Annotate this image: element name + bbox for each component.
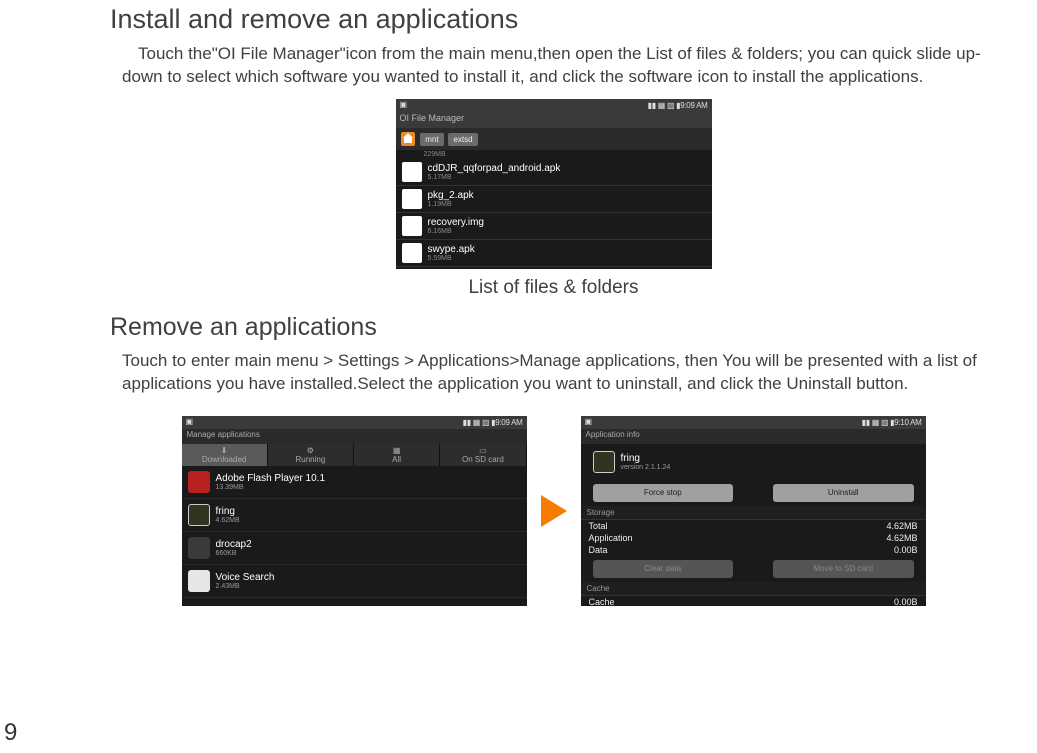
file-row[interactable]: pkg_2.apk1.19MB: [396, 186, 712, 213]
app-row[interactable]: fring4.62MB: [182, 499, 527, 532]
voice-icon: [188, 570, 210, 592]
storage-row: Total4.62MB: [581, 520, 926, 532]
remove-heading: Remove an applications: [110, 313, 997, 342]
clear-data-button[interactable]: Clear data: [593, 560, 734, 578]
tab-sdcard[interactable]: ▭On SD card: [440, 444, 526, 466]
status-time: 9:09 AM: [680, 101, 707, 110]
apk-icon: [402, 189, 422, 209]
app-size: 4.62MB: [216, 517, 240, 524]
fm-path-bar: mnt extsd: [396, 128, 712, 150]
app-row[interactable]: drocap2660KB: [182, 532, 527, 565]
app-name: fring: [216, 506, 240, 517]
flash-icon: [188, 471, 210, 493]
storage-section: Storage: [581, 506, 926, 520]
manage-apps-screenshot: ▣ ▮▮ ▦ ▨ ▮ 9:09 AM Manage applications ⬇…: [182, 416, 527, 606]
force-stop-button[interactable]: Force stop: [593, 484, 734, 502]
status-network-icon: ▮▮ ▦ ▨ ▮: [648, 101, 681, 110]
camera-icon: ▣: [585, 417, 592, 426]
path-tab-mnt[interactable]: mnt: [420, 133, 443, 146]
app-name: Adobe Flash Player 10.1: [216, 473, 326, 484]
file-row[interactable]: swype.apk5.59MB: [396, 240, 712, 267]
storage-row: Data0.00B: [581, 544, 926, 556]
appinfo-title: Application info: [581, 429, 926, 444]
tab-running[interactable]: ⚙Running: [268, 444, 354, 466]
remove-paragraph: Touch to enter main menu > Settings > Ap…: [122, 350, 997, 396]
install-heading: Install and remove an applications: [110, 4, 997, 35]
cache-section: Cache: [581, 582, 926, 596]
file-name: pkg_2.apk: [428, 190, 474, 201]
appinfo-name: fring: [621, 453, 671, 464]
status-network-icon: ▮▮ ▦ ▨ ▮: [862, 418, 895, 427]
app-row[interactable]: Adobe Flash Player 10.113.39MB: [182, 466, 527, 499]
app-info-screenshot: ▣ ▮▮ ▦ ▨ ▮ 9:10 AM Application info frin…: [581, 416, 926, 606]
install-paragraph: Touch the"OI File Manager"icon from the …: [122, 43, 997, 89]
page-number: 9: [4, 719, 17, 747]
img-icon: [402, 216, 422, 236]
file-size: 5.59MB: [428, 255, 475, 262]
manage-tabbar: ⬇Downloaded ⚙Running ▦All ▭On SD card: [182, 444, 527, 466]
app-size: 13.39MB: [216, 484, 326, 491]
app-size: 2.43MB: [216, 583, 275, 590]
move-sd-button[interactable]: Move to SD card: [773, 560, 914, 578]
app-name: drocap2: [216, 539, 252, 550]
cache-row: Cache0.00B: [581, 596, 926, 608]
app-row[interactable]: Voice Search2.43MB: [182, 565, 527, 598]
app-size: 660KB: [216, 550, 252, 557]
drocap-icon: [188, 537, 210, 559]
file-size: 6.16MB: [428, 228, 485, 235]
file-name: swype.apk: [428, 244, 475, 255]
tab-all[interactable]: ▦All: [354, 444, 440, 466]
fring-icon: [593, 451, 615, 473]
appinfo-version: version 2.1.1.24: [621, 464, 671, 471]
file-name: cdDJR_qqforpad_android.apk: [428, 163, 561, 174]
file-size: 5.17MB: [428, 174, 561, 181]
file-row[interactable]: cdDJR_qqforpad_android.apk5.17MB: [396, 159, 712, 186]
arrow-icon: [541, 495, 567, 527]
fring-icon: [188, 504, 210, 526]
apk-icon: [402, 243, 422, 263]
fm-caption: List of files & folders: [110, 277, 997, 299]
status-time: 9:10 AM: [894, 418, 921, 427]
file-size: 1.19MB: [428, 201, 474, 208]
file-manager-screenshot: ▣ ▮▮ ▦ ▨ ▮ 9:09 AM OI File Manager mnt e…: [396, 99, 712, 269]
free-space: 229MB: [396, 150, 712, 159]
tab-downloaded[interactable]: ⬇Downloaded: [182, 444, 268, 466]
file-name: recovery.img: [428, 217, 485, 228]
storage-row: Application4.62MB: [581, 532, 926, 544]
camera-icon: ▣: [400, 100, 407, 109]
fm-titlebar: OI File Manager: [396, 112, 712, 128]
status-time: 9:09 AM: [495, 418, 522, 427]
uninstall-button[interactable]: Uninstall: [773, 484, 914, 502]
apk-icon: [402, 162, 422, 182]
camera-icon: ▣: [186, 417, 193, 426]
file-row[interactable]: recovery.img6.16MB: [396, 213, 712, 240]
app-name: Voice Search: [216, 572, 275, 583]
path-tab-extsd[interactable]: extsd: [448, 133, 477, 146]
manage-title: Manage applications: [182, 429, 527, 444]
home-icon[interactable]: [401, 132, 415, 146]
status-network-icon: ▮▮ ▦ ▨ ▮: [463, 418, 496, 427]
